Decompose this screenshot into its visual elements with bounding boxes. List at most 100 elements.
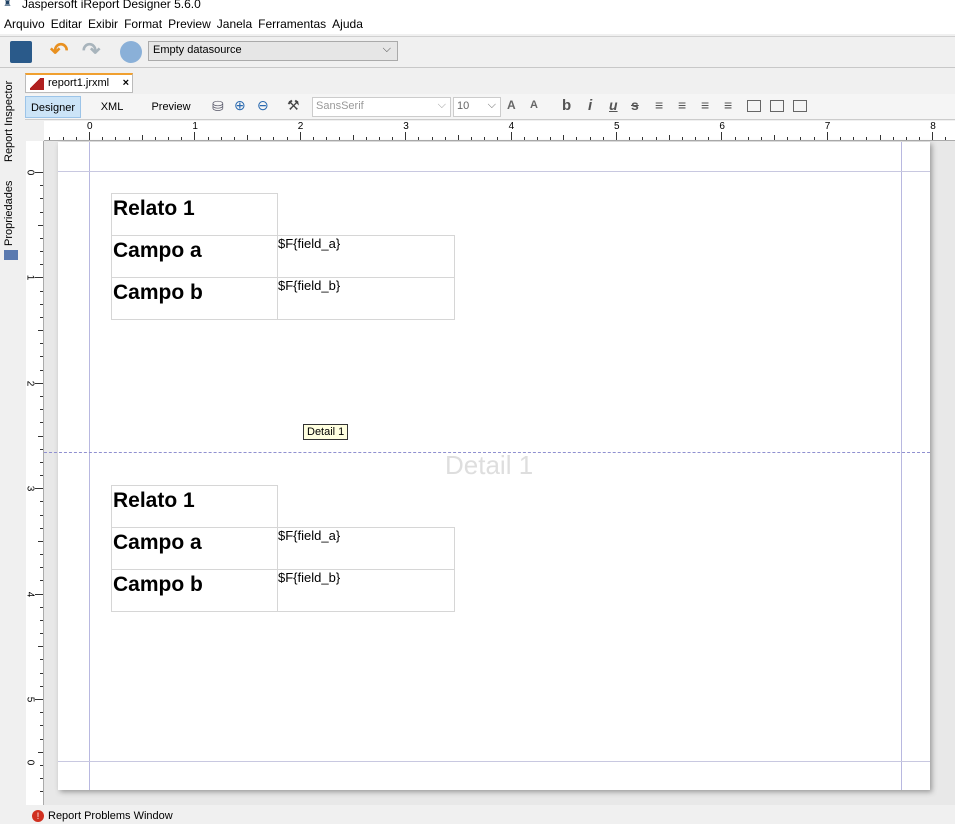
- ruler-tick: [616, 132, 617, 140]
- ruler-tick: [853, 137, 855, 140]
- datasource-select[interactable]: Empty datasource ⌵: [148, 41, 398, 61]
- title-text[interactable]: Relato 1: [111, 193, 278, 236]
- label-text[interactable]: Campo b: [111, 277, 278, 320]
- font-size-select[interactable]: 10 ⌵: [453, 97, 501, 117]
- ruler-label: 5: [614, 121, 620, 132]
- ruler-tick: [760, 137, 762, 140]
- ruler-tick: [40, 448, 43, 450]
- ruler-tick: [40, 251, 43, 253]
- ruler-tick: [35, 172, 43, 173]
- database-icon[interactable]: ⛁: [212, 98, 224, 115]
- zoom-out-icon[interactable]: ⊖: [257, 97, 269, 114]
- document-tab[interactable]: report1.jrxml ×: [25, 73, 133, 93]
- ruler-tick: [510, 132, 512, 140]
- decrease-font-icon[interactable]: A: [530, 99, 538, 111]
- tab-report-inspector[interactable]: Report Inspector: [3, 81, 15, 162]
- horizontal-ruler: 0 1 2 3 4 5 6 7 8: [44, 121, 955, 141]
- ruler-tick: [839, 137, 841, 140]
- valign-middle-icon[interactable]: [770, 100, 784, 112]
- label-text[interactable]: Campo b: [111, 569, 278, 612]
- ruler-tick: [141, 135, 143, 140]
- app-icon: ♜: [3, 0, 12, 9]
- ruler-tick: [35, 593, 43, 595]
- ruler-tick: [40, 606, 43, 608]
- text-field[interactable]: $F{field_a}: [277, 235, 455, 278]
- ruler-tick: [589, 137, 591, 140]
- align-right-icon[interactable]: ≡: [724, 97, 732, 113]
- ruler-tick: [40, 409, 43, 411]
- menu-format[interactable]: Format: [124, 17, 162, 31]
- ruler-tick: [418, 137, 420, 140]
- ruler-tick: [695, 137, 697, 140]
- tab-propriedades[interactable]: Propriedades: [3, 181, 15, 246]
- ruler-label: 4: [24, 591, 36, 597]
- ruler-tick: [312, 137, 314, 140]
- ruler-tick: [892, 137, 894, 140]
- tab-preview[interactable]: Preview: [145, 96, 197, 118]
- align-justify-icon[interactable]: ≡: [678, 97, 686, 113]
- redo-icon[interactable]: ↷: [82, 40, 104, 63]
- valign-bottom-icon[interactable]: [793, 100, 807, 112]
- ruler-tick: [102, 137, 104, 140]
- ruler-tick: [35, 488, 43, 490]
- ruler-label: 0: [24, 169, 36, 176]
- ruler-tick: [40, 567, 43, 569]
- ruler-tick: [154, 137, 156, 140]
- ruler-tick: [40, 514, 43, 516]
- ruler-tick: [352, 135, 354, 140]
- ruler-tick: [774, 135, 776, 140]
- label-text[interactable]: Campo a: [111, 235, 278, 278]
- align-center-icon[interactable]: ≡: [701, 97, 709, 113]
- report-file-icon: [30, 78, 44, 90]
- report-problems-window[interactable]: Report Problems Window: [48, 810, 173, 822]
- menu-exibir[interactable]: Exibir: [88, 17, 118, 31]
- strikethrough-icon[interactable]: s: [631, 97, 639, 113]
- menu-arquivo[interactable]: Arquivo: [4, 17, 45, 31]
- tab-designer[interactable]: Designer: [25, 96, 81, 118]
- ruler-tick: [919, 137, 921, 140]
- underline-icon[interactable]: u: [609, 97, 618, 113]
- menu-ajuda[interactable]: Ajuda: [332, 17, 363, 31]
- text-field[interactable]: $F{field_a}: [277, 527, 455, 570]
- align-left-icon[interactable]: ≡: [655, 97, 663, 113]
- ruler-tick: [444, 137, 446, 140]
- ruler-tick: [286, 137, 288, 140]
- chevron-down-icon: ⌵: [437, 99, 446, 111]
- ruler-tick: [35, 382, 43, 384]
- title-text[interactable]: Relato 1: [111, 485, 278, 528]
- close-tab-icon[interactable]: ×: [123, 77, 129, 89]
- ruler-tick: [431, 137, 433, 140]
- text-field[interactable]: $F{field_b}: [277, 277, 455, 320]
- ruler-tick: [260, 137, 262, 140]
- format-tool-icon[interactable]: ⚒: [287, 97, 300, 114]
- ruler-tick: [40, 633, 43, 635]
- undo-icon[interactable]: ↶: [50, 40, 72, 63]
- save-icon[interactable]: [10, 41, 32, 63]
- menu-janela[interactable]: Janela: [217, 17, 252, 31]
- font-family-select[interactable]: SansSerif ⌵: [312, 97, 451, 117]
- valign-top-icon[interactable]: [747, 100, 761, 112]
- datasource-icon[interactable]: [120, 41, 142, 63]
- ruler-tick: [75, 137, 77, 140]
- font-size-value: 10: [457, 100, 470, 112]
- ruler-tick: [115, 137, 117, 140]
- tab-xml[interactable]: XML: [91, 96, 133, 118]
- menu-preview[interactable]: Preview: [168, 17, 211, 31]
- ruler-tick: [905, 137, 907, 140]
- menu-bar: Arquivo Editar Exibir Format Preview Jan…: [0, 14, 955, 34]
- ruler-tick: [38, 646, 43, 648]
- ruler-tick: [194, 132, 196, 140]
- menu-ferramentas[interactable]: Ferramentas: [258, 17, 326, 31]
- status-bar: ! Report Problems Window: [0, 808, 955, 824]
- ruler-tick: [40, 725, 43, 727]
- label-text[interactable]: Campo a: [111, 527, 278, 570]
- ruler-tick: [40, 501, 43, 503]
- ruler-label: 5: [24, 696, 36, 703]
- increase-font-icon[interactable]: A: [507, 98, 516, 112]
- bold-icon[interactable]: b: [562, 97, 571, 114]
- menu-editar[interactable]: Editar: [51, 17, 82, 31]
- ruler-tick: [40, 791, 43, 793]
- italic-icon[interactable]: i: [588, 97, 592, 114]
- text-field[interactable]: $F{field_b}: [277, 569, 455, 612]
- zoom-in-icon[interactable]: ⊕: [234, 97, 246, 114]
